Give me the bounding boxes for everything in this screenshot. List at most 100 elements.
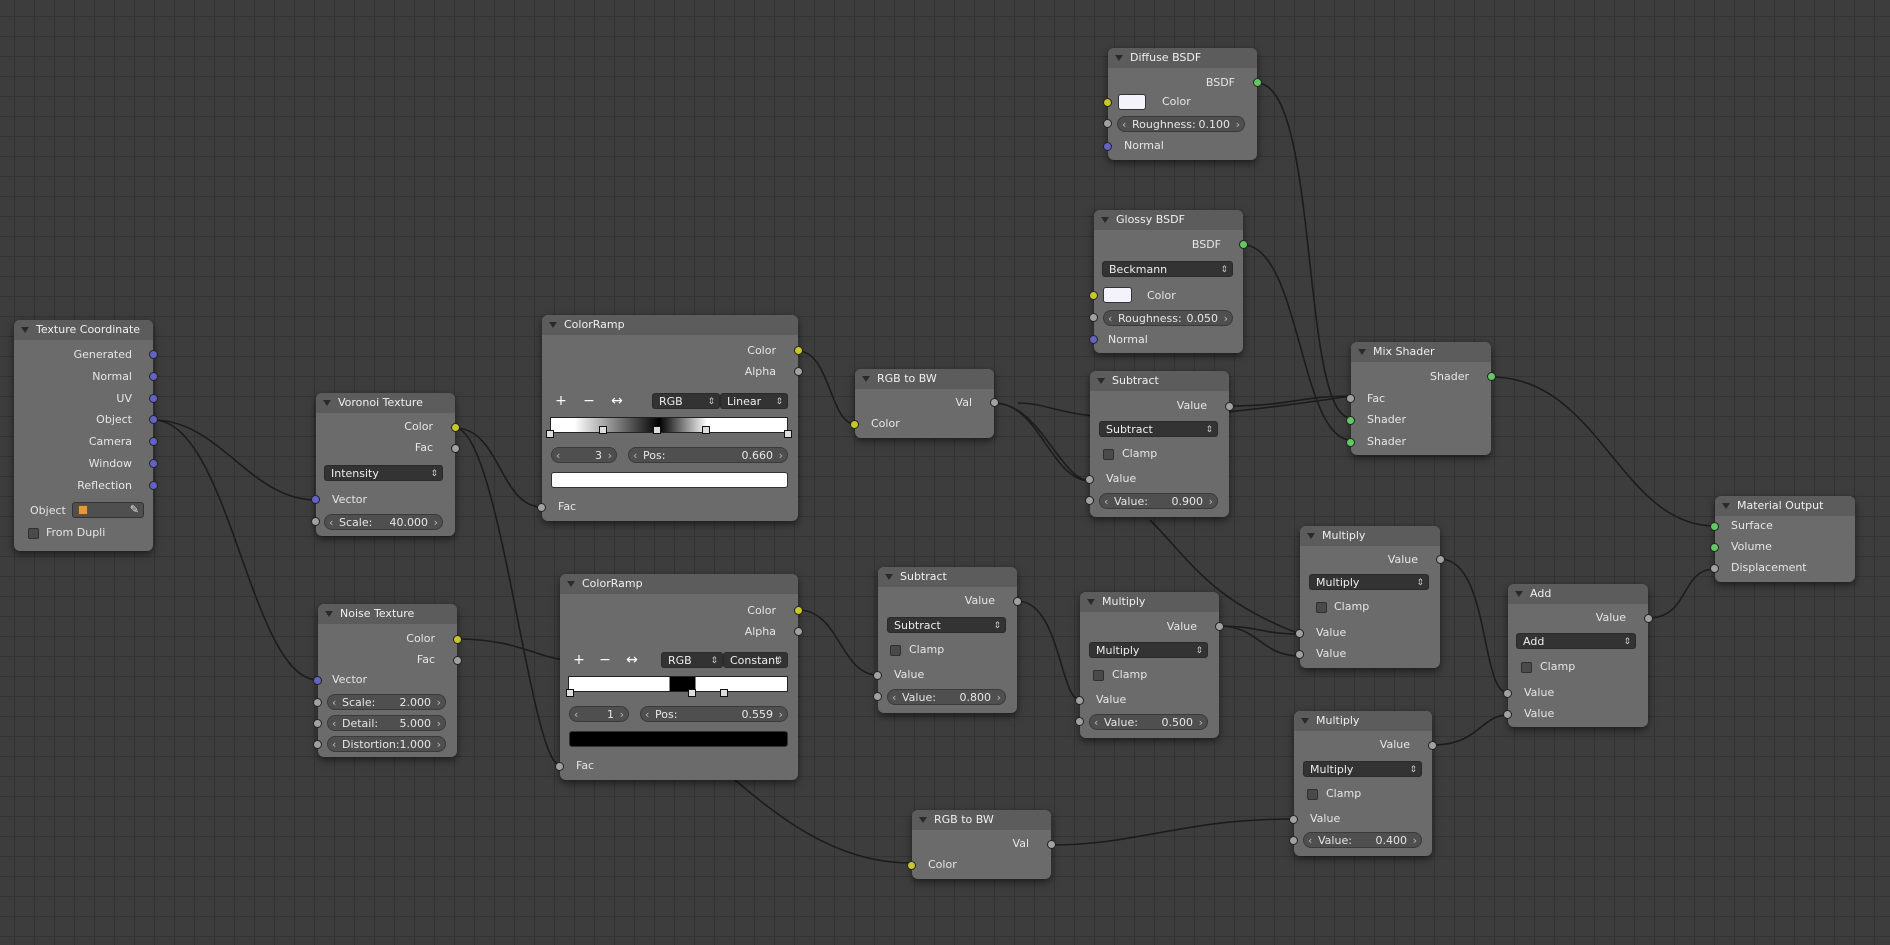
colorramp-node[interactable]: ColorRamp Color Alpha + − ↔ RGB Constant… — [555, 574, 803, 780]
math-multiply-node[interactable]: Multiply Value Multiply Clamp Value Valu… — [1289, 711, 1437, 856]
socket-color[interactable] — [794, 346, 803, 355]
socket-value-out[interactable] — [1436, 555, 1445, 564]
material-output-node[interactable]: Material Output Surface Volume Displacem… — [1710, 496, 1855, 582]
socket-fac[interactable] — [1346, 394, 1355, 403]
socket-val[interactable] — [1047, 840, 1056, 849]
node-title[interactable]: Multiply — [1300, 526, 1440, 546]
socket-color[interactable] — [794, 606, 803, 615]
remove-stop-button[interactable]: − — [580, 393, 598, 409]
socket-bsdf[interactable] — [1253, 78, 1262, 87]
roughness-field[interactable]: Roughness: 0.050 — [1103, 310, 1233, 327]
socket-value-out[interactable] — [1225, 402, 1234, 411]
clamp-checkbox[interactable] — [890, 645, 901, 656]
color-mode-select[interactable]: RGB — [661, 652, 723, 669]
socket-vector[interactable] — [313, 676, 322, 685]
color-mode-select[interactable]: RGB — [652, 393, 720, 410]
stop-index-field[interactable]: 3 — [551, 447, 617, 464]
socket-uv[interactable] — [149, 394, 158, 403]
stop-color-swatch[interactable] — [569, 731, 788, 747]
texture-coordinate-node[interactable]: Texture Coordinate Generated Normal UV O… — [14, 320, 158, 551]
socket-normal[interactable] — [1089, 335, 1098, 344]
node-title[interactable]: Glossy BSDF — [1094, 210, 1243, 230]
node-title[interactable]: Voronoi Texture — [316, 393, 455, 413]
ramp-stop[interactable] — [653, 426, 661, 434]
node-title[interactable]: RGB to BW — [912, 810, 1051, 830]
value-field[interactable]: Value: 0.900 — [1099, 493, 1218, 510]
clamp-checkbox[interactable] — [1521, 662, 1532, 673]
interpolation-select[interactable]: Constant — [723, 652, 788, 669]
voronoi-mode-select[interactable]: Intensity — [324, 465, 443, 482]
ramp-stop[interactable] — [720, 689, 728, 697]
node-title[interactable]: Multiply — [1294, 711, 1432, 731]
socket-value-in2[interactable] — [1289, 836, 1298, 845]
math-add-node[interactable]: Add Value Add Clamp Value Value — [1503, 584, 1653, 727]
socket-value-in[interactable] — [1085, 475, 1094, 484]
voronoi-texture-node[interactable]: Voronoi Texture Color Fac Intensity Vect… — [311, 393, 460, 536]
socket-surface[interactable] — [1710, 522, 1719, 531]
socket-bsdf[interactable] — [1239, 240, 1248, 249]
node-title[interactable]: Diffuse BSDF — [1108, 48, 1257, 68]
socket-shader-2[interactable] — [1346, 438, 1355, 447]
socket-object[interactable] — [149, 415, 158, 424]
socket-shader-out[interactable] — [1487, 372, 1496, 381]
math-subtract-node[interactable]: Subtract Value Subtract Clamp Value Valu… — [1085, 371, 1234, 517]
socket-color[interactable] — [850, 420, 859, 429]
socket-color[interactable] — [1089, 291, 1098, 300]
stop-position-field[interactable]: Pos: 0.559 — [640, 706, 788, 723]
socket-color[interactable] — [907, 861, 916, 870]
flip-ramp-icon[interactable]: ↔ — [623, 652, 641, 668]
socket-detail[interactable] — [313, 719, 322, 728]
color-ramp-gradient[interactable] — [550, 417, 788, 433]
node-title[interactable]: Add — [1508, 584, 1648, 604]
glossy-bsdf-node[interactable]: Glossy BSDF BSDF Beckmann Color Roughnes… — [1089, 210, 1248, 353]
socket-value-out[interactable] — [1428, 741, 1437, 750]
socket-value-in2[interactable] — [1503, 710, 1512, 719]
interpolation-select[interactable]: Linear — [720, 393, 788, 410]
socket-value-in2[interactable] — [1075, 717, 1084, 726]
remove-stop-button[interactable]: − — [596, 652, 614, 668]
colorramp-node[interactable]: ColorRamp Color Alpha + − ↔ RGB Linear 3… — [537, 315, 803, 521]
ramp-stop[interactable] — [784, 430, 792, 438]
clamp-checkbox[interactable] — [1307, 789, 1318, 800]
value-field[interactable]: Value: 0.800 — [887, 689, 1006, 706]
scale-field[interactable]: Scale: 2.000 — [327, 694, 446, 711]
socket-vector[interactable] — [311, 495, 320, 504]
socket-scale[interactable] — [313, 698, 322, 707]
ramp-stop[interactable] — [546, 430, 554, 438]
operation-select[interactable]: Add — [1516, 633, 1636, 650]
socket-value-out[interactable] — [1215, 622, 1224, 631]
socket-fac[interactable] — [453, 656, 462, 665]
clamp-checkbox[interactable] — [1316, 602, 1327, 613]
ramp-stop[interactable] — [688, 689, 696, 697]
scale-field[interactable]: Scale: 40.000 — [324, 514, 443, 531]
socket-generated[interactable] — [149, 350, 158, 359]
clamp-checkbox[interactable] — [1093, 670, 1104, 681]
socket-value-out[interactable] — [1644, 614, 1653, 623]
socket-alpha[interactable] — [794, 367, 803, 376]
node-editor[interactable]: Texture Coordinate Generated Normal UV O… — [0, 0, 1890, 945]
socket-value-in[interactable] — [1295, 629, 1304, 638]
ramp-stop[interactable] — [566, 689, 574, 697]
diffuse-bsdf-node[interactable]: Diffuse BSDF BSDF Color Roughness:0.100 … — [1103, 48, 1262, 160]
add-stop-button[interactable]: + — [570, 652, 588, 668]
distribution-select[interactable]: Beckmann — [1102, 261, 1233, 278]
node-title[interactable]: ColorRamp — [560, 574, 798, 594]
stop-color-swatch[interactable] — [551, 472, 788, 488]
from-dupli-checkbox[interactable] — [28, 528, 39, 539]
detail-field[interactable]: Detail: 5.000 — [327, 715, 446, 732]
socket-roughness[interactable] — [1089, 313, 1098, 322]
socket-fac[interactable] — [555, 762, 564, 771]
rgb-to-bw-node[interactable]: RGB to BW Val Color — [907, 810, 1056, 879]
operation-select[interactable]: Multiply — [1309, 574, 1429, 591]
socket-fac[interactable] — [537, 503, 546, 512]
socket-scale[interactable] — [311, 517, 320, 526]
stop-position-field[interactable]: Pos: 0.660 — [628, 447, 788, 464]
socket-normal[interactable] — [149, 372, 158, 381]
socket-color[interactable] — [453, 635, 462, 644]
node-title[interactable]: Noise Texture — [318, 604, 457, 624]
node-title[interactable]: Multiply — [1080, 592, 1219, 612]
socket-value-in2[interactable] — [1085, 496, 1094, 505]
socket-reflection[interactable] — [149, 481, 158, 490]
math-multiply-node[interactable]: Multiply Value Multiply Clamp Value Valu… — [1295, 526, 1445, 668]
node-title[interactable]: Subtract — [878, 567, 1017, 587]
